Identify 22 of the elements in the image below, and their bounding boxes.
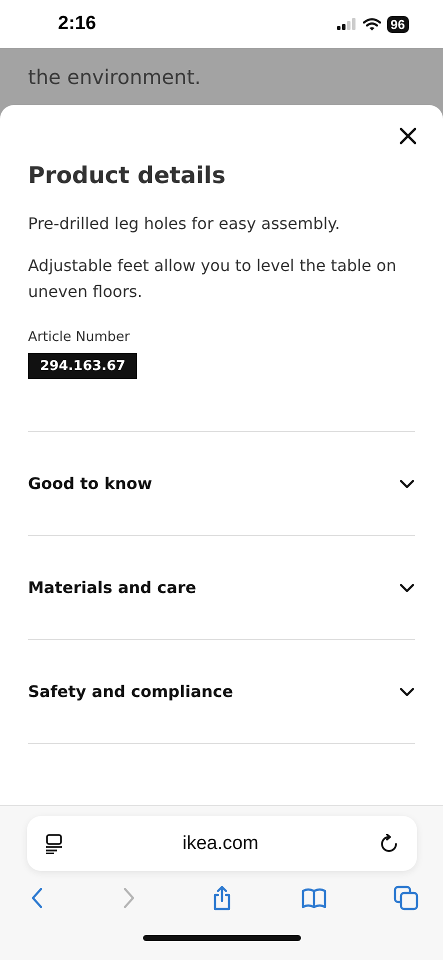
- description-text: Adjustable feet allow you to level the table on uneven floors.: [28, 255, 398, 303]
- reload-icon[interactable]: [378, 834, 398, 854]
- chevron-icon: [399, 582, 415, 592]
- sheet-title: Product details: [28, 163, 227, 189]
- article-label: Article Number: [28, 329, 131, 345]
- tabs-icon: [393, 885, 419, 911]
- accordion-section[interactable]: Good to know: [28, 431, 415, 535]
- chevron-icon: [399, 478, 415, 488]
- page-menu-icon: [44, 834, 62, 854]
- article-number: 294.163.67: [28, 353, 138, 379]
- accordion-section[interactable]: Safety and compliance: [28, 639, 415, 743]
- background-text: the environment.: [28, 64, 202, 91]
- status-time: 2:16: [58, 13, 96, 35]
- chevron-icon: [399, 686, 415, 696]
- battery-level: 96: [386, 16, 409, 32]
- description-text: Pre-drilled leg holes for easy assembly.: [28, 213, 341, 235]
- wifi-icon: [362, 18, 381, 30]
- signal-icon: [336, 18, 357, 30]
- accordion-section[interactable]: Materials and care: [28, 535, 415, 639]
- close-icon: [399, 127, 417, 145]
- tabs-button[interactable]: [391, 883, 421, 913]
- address-bar[interactable]: ikea.com: [26, 816, 416, 871]
